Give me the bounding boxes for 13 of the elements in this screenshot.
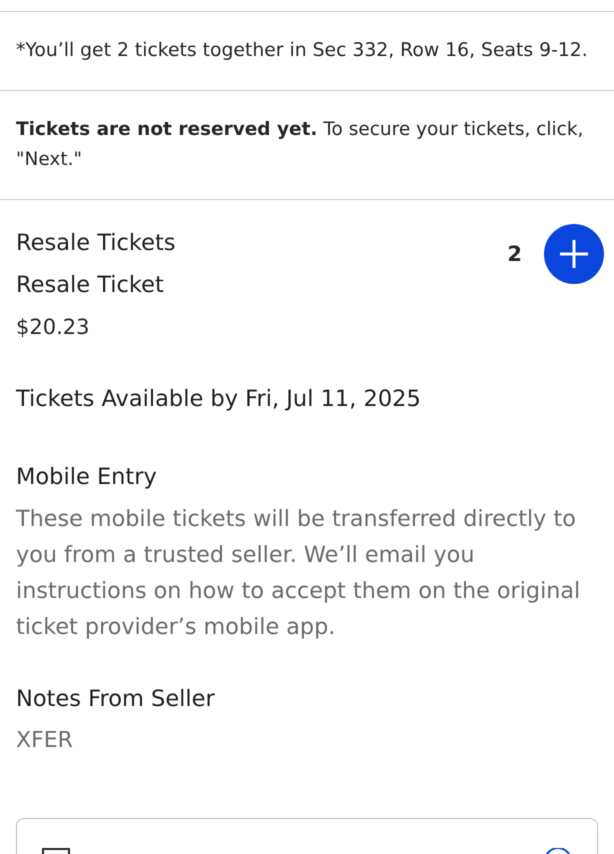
- checkbox[interactable]: [42, 848, 70, 854]
- seller-notes-title: Notes From Seller: [16, 685, 215, 714]
- ticket-price: $20.23: [16, 314, 90, 341]
- seats-notice: *You’ll get 2 tickets together in Sec 332, Row 16, Seats 9-12.: [16, 39, 589, 63]
- availability-date: Tickets Available by Fri, Jul 11, 2025: [16, 385, 421, 414]
- plus-icon: [559, 239, 589, 269]
- ticket-quantity: 2: [507, 241, 522, 268]
- reservation-note: Tickets are not reserved yet. To secure your tickets, click, "Next.": [16, 118, 584, 172]
- ticket-type: Resale Ticket: [16, 271, 164, 300]
- listing-title: Resale Tickets: [16, 229, 176, 258]
- delivery-description: These mobile tickets will be transferred directly to you from a trusted seller. We’ll email you instructions on how to accept them on the original ticket provider’s mobile app.: [16, 505, 582, 642]
- delivery-title: Mobile Entry: [16, 463, 157, 492]
- seller-notes-text: XFER: [16, 727, 73, 755]
